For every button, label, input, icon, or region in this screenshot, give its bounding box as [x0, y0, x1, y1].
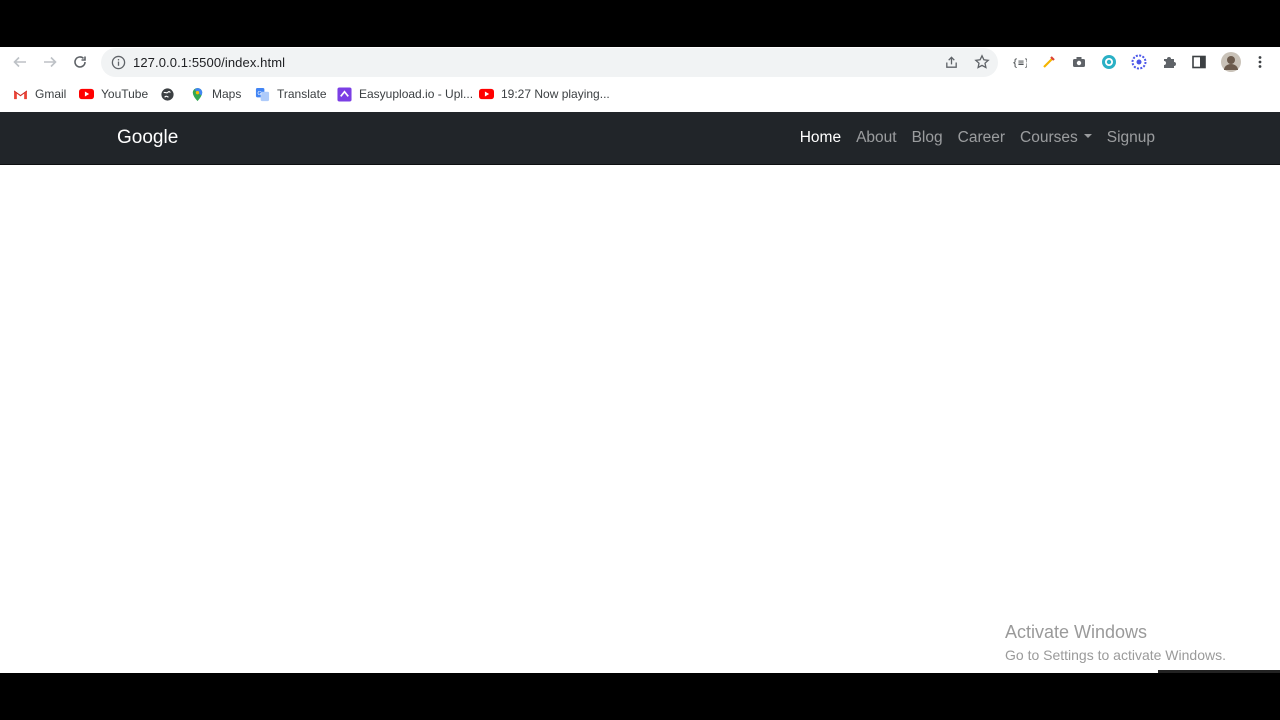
svg-text:G: G [257, 90, 261, 96]
bookmark-label: Gmail [35, 87, 67, 101]
kebab-menu-icon[interactable] [1252, 54, 1268, 70]
svg-text:{≡}: {≡} [1012, 58, 1027, 69]
record-extension-icon[interactable] [1101, 54, 1117, 70]
side-panel-icon[interactable] [1191, 54, 1207, 70]
nav-links: Home About Blog Career Courses Signup [800, 129, 1155, 147]
maps-icon [190, 87, 205, 102]
site-navbar: Google Home About Blog Career Courses Si… [0, 112, 1280, 165]
bookmarks-bar: Gmail YouTube Maps G Translate Easyuploa… [0, 82, 1280, 107]
share-icon[interactable] [944, 55, 959, 70]
bookmark-label: Easyupload.io - Upl... [359, 87, 474, 101]
dropdown-caret-icon [1083, 133, 1092, 138]
back-arrow-icon [13, 56, 26, 68]
bookmark-label: YouTube [101, 87, 149, 101]
forward-arrow-icon [44, 56, 57, 68]
browser-toolbar: 127.0.0.1:5500/index.html {≡} [0, 47, 1280, 77]
bookmark-gmail[interactable]: Gmail [13, 86, 66, 102]
watermark-title: Activate Windows [1005, 622, 1148, 642]
watermark-subtitle: Go to Settings to activate Windows. [1005, 647, 1226, 663]
nav-link-signup[interactable]: Signup [1107, 129, 1155, 147]
camera-extension-icon[interactable] [1071, 54, 1087, 70]
json-extension-icon[interactable]: {≡} [1011, 54, 1027, 70]
bookmark-label: Maps [212, 87, 242, 101]
bookmark-youtube[interactable]: YouTube [79, 86, 148, 102]
address-bar[interactable]: 127.0.0.1:5500/index.html [101, 48, 998, 77]
windows-activation-watermark: Activate Windows Go to Settings to activ… [1005, 622, 1226, 663]
bookmark-label: 19:27 Now playing... [501, 87, 610, 101]
bookmark-label: Translate [277, 87, 327, 101]
bookmark-star-icon[interactable] [974, 54, 990, 70]
translate-icon: G [255, 87, 270, 102]
bookmark-translate[interactable]: G Translate [255, 86, 327, 102]
nav-link-career[interactable]: Career [958, 129, 1005, 147]
globe-icon [160, 87, 175, 102]
bookmark-maps[interactable]: Maps [190, 86, 241, 102]
nav-link-about[interactable]: About [856, 129, 897, 147]
gmail-icon [13, 87, 28, 102]
youtube-icon [479, 87, 494, 102]
url-text[interactable]: 127.0.0.1:5500/index.html [133, 55, 285, 70]
nav-link-home[interactable]: Home [800, 129, 841, 147]
browser-window: 127.0.0.1:5500/index.html {≡} [0, 47, 1280, 673]
nav-dropdown-courses[interactable]: Courses [1020, 129, 1092, 147]
reload-button[interactable] [69, 51, 91, 73]
bookmark-now-playing[interactable]: 19:27 Now playing... [479, 86, 610, 102]
profile-avatar[interactable] [1221, 52, 1241, 72]
navbar-brand[interactable]: Google [117, 127, 178, 149]
gear-flower-extension-icon[interactable] [1131, 54, 1147, 70]
puzzle-extensions-icon[interactable] [1161, 54, 1177, 70]
youtube-icon [79, 87, 94, 102]
forward-button[interactable] [39, 51, 61, 73]
letterbox-bottom [0, 673, 1280, 720]
nav-link-blog[interactable]: Blog [912, 129, 943, 147]
color-picker-extension-icon[interactable] [1041, 54, 1057, 70]
easyupload-icon [337, 86, 352, 102]
bookmark-globe[interactable] [160, 86, 182, 102]
bookmark-easyupload[interactable]: Easyupload.io - Upl... [337, 86, 473, 102]
nav-link-courses-label: Courses [1020, 129, 1078, 146]
info-icon[interactable] [111, 55, 126, 70]
letterbox-top [0, 0, 1280, 47]
reload-icon [74, 56, 86, 68]
back-button[interactable] [9, 51, 31, 73]
